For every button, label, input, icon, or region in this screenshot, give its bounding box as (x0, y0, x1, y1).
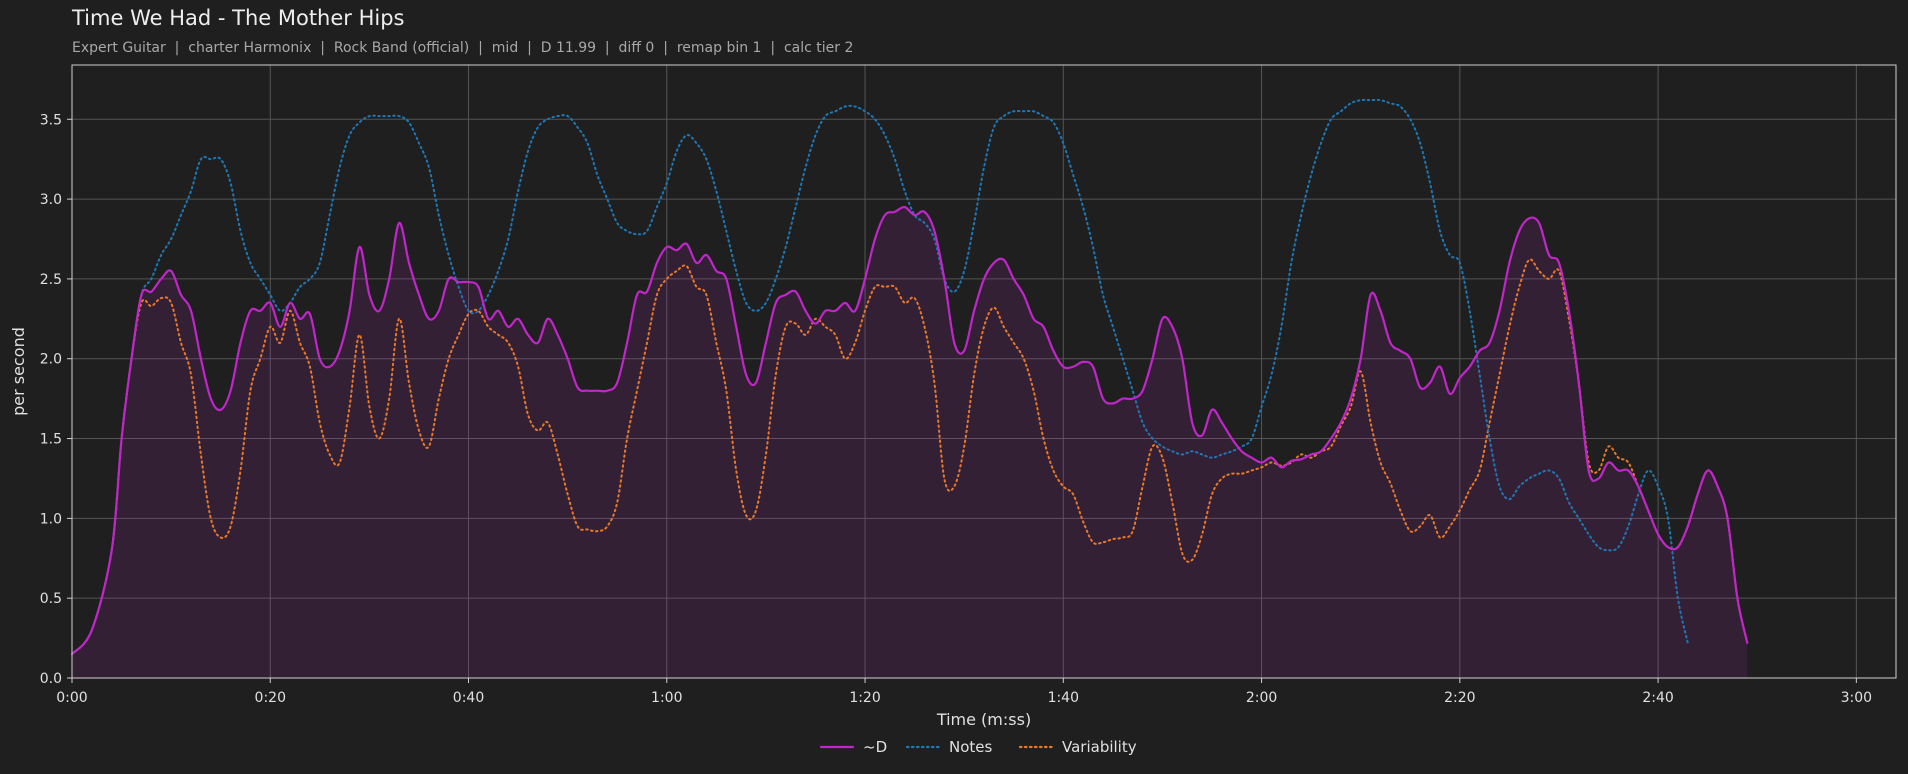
x-tick-label: 1:00 (651, 690, 682, 706)
legend-label: Variability (1062, 738, 1137, 756)
y-tick-label: 0.5 (40, 591, 62, 607)
y-axis-label: per second (9, 327, 28, 416)
y-tick-label: 1.5 (40, 432, 62, 448)
x-tick-label: 2:20 (1444, 690, 1475, 706)
y-tick-label: 3.5 (40, 112, 62, 128)
x-tick-label: 3:00 (1841, 690, 1872, 706)
x-tick-label: 1:40 (1048, 690, 1079, 706)
x-axis-label: Time (m:ss) (936, 710, 1031, 729)
x-tick-label: 0:20 (255, 690, 286, 706)
chart-svg: 0:00 0:20 0:40 1:00 1:20 1:40 2:00 2:20 2:40 3:00… (9, 64, 1897, 756)
legend-item: Variability (1018, 738, 1137, 756)
legend-item: ~D (819, 738, 887, 756)
x-tick-label: 2:40 (1642, 690, 1673, 706)
y-tick-label: 0.0 (40, 671, 62, 687)
y-tick-label: 1.0 (40, 511, 62, 527)
x-tick-label: 2:00 (1246, 690, 1277, 706)
legend: ~D Notes Variability (819, 738, 1137, 756)
y-tick-label: 3.0 (40, 192, 62, 208)
x-tick-label: 0:00 (56, 690, 87, 706)
x-tick-label: 0:40 (453, 690, 484, 706)
y-tick-label: 2.5 (40, 272, 62, 288)
legend-label: Notes (949, 738, 993, 756)
legend-label: ~D (863, 738, 887, 756)
series-area-d (72, 207, 1748, 679)
x-tick-label: 1:20 (849, 690, 880, 706)
legend-item: Notes (905, 738, 993, 756)
y-tick-label: 2.0 (40, 352, 62, 368)
fill-layer (72, 207, 1748, 679)
